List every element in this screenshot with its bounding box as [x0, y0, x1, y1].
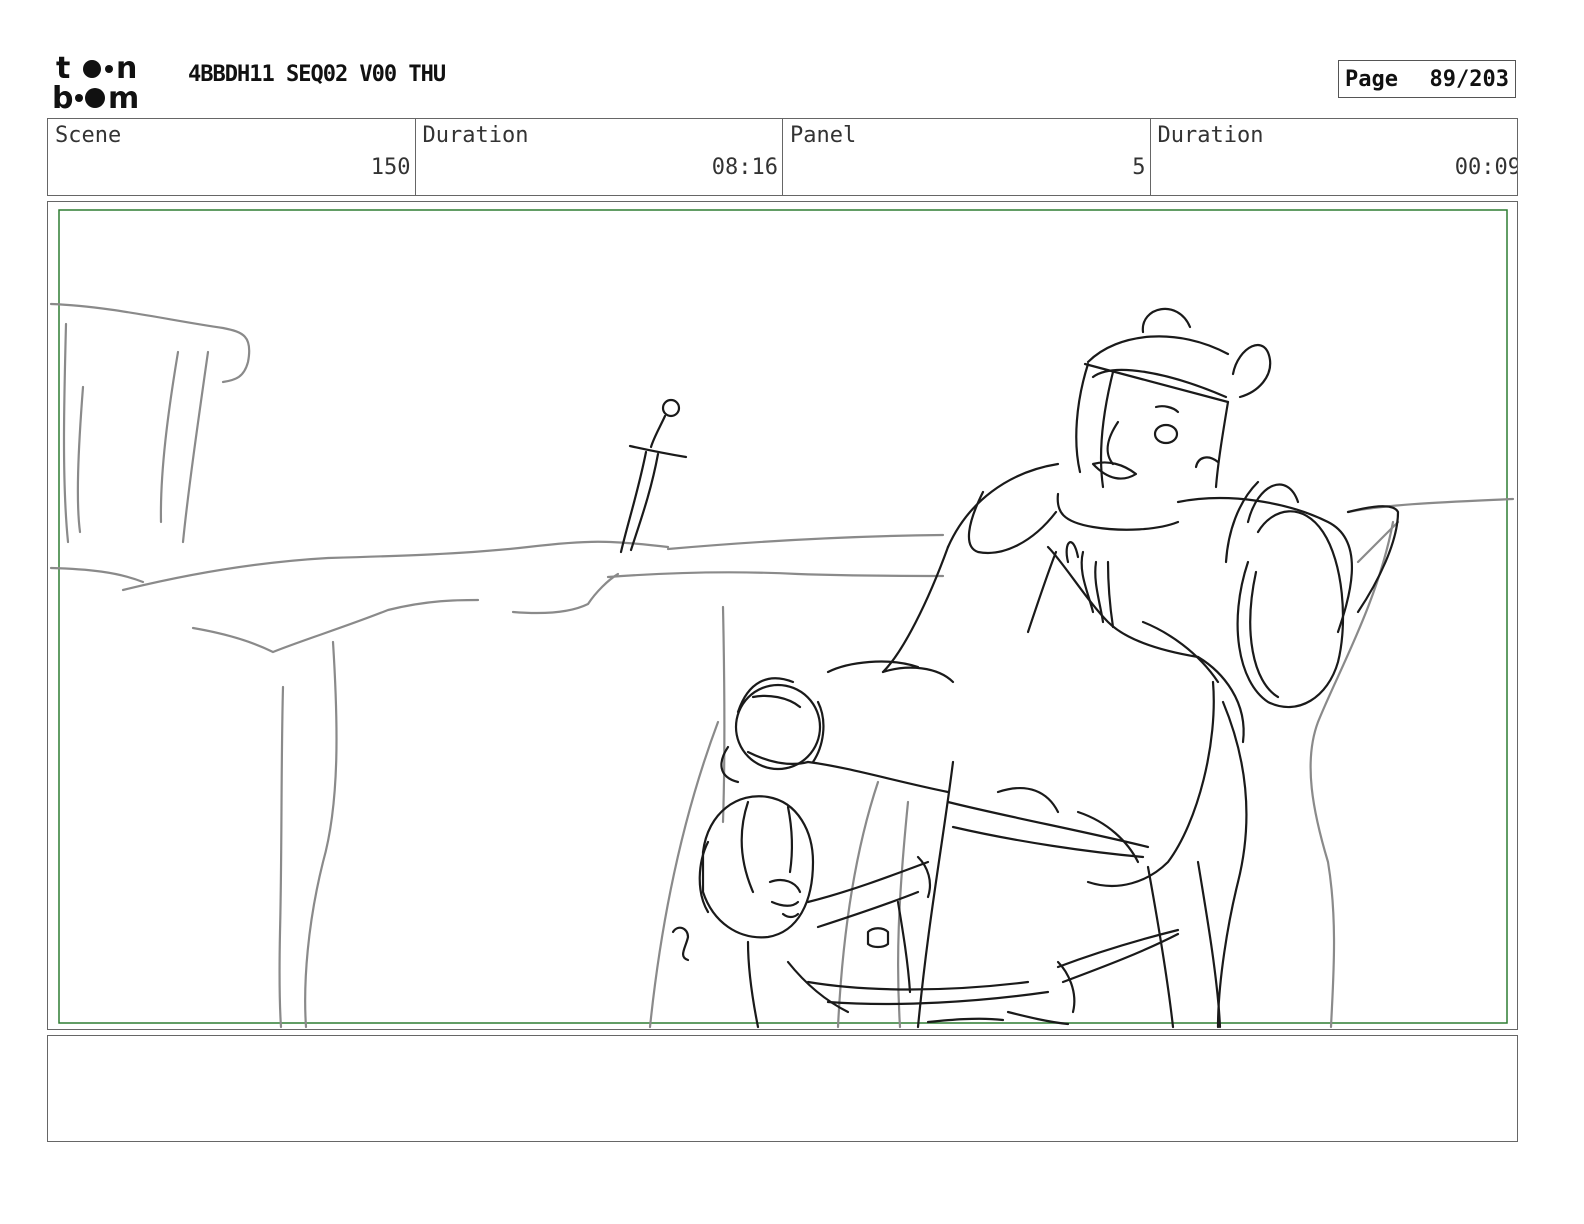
- toonboom-logo: t n b m: [52, 50, 164, 116]
- background-sketch: [49, 302, 1515, 1029]
- storyboard-sketch: [49, 209, 1515, 1029]
- panel-notes-area: [47, 1035, 1518, 1142]
- scene-value: 150: [370, 155, 411, 180]
- panel-label: Panel: [790, 123, 857, 148]
- storyboard-panel-frame: [47, 201, 1518, 1030]
- knight-character-sketch: [720, 307, 1400, 1029]
- svg-text:m: m: [108, 81, 139, 112]
- page-number: 89/203: [1429, 66, 1509, 92]
- scene-cell: Scene 150: [48, 119, 416, 195]
- panel-duration-label: Duration: [1157, 123, 1264, 148]
- panel-duration-cell: Duration 00:09: [1151, 119, 1518, 195]
- scene-duration-cell: Duration 08:16: [416, 119, 783, 195]
- scene-info-row: Scene 150 Duration 08:16 Panel 5 Duratio…: [47, 118, 1518, 196]
- scene-duration-label: Duration: [422, 123, 529, 148]
- scene-label: Scene: [55, 123, 122, 148]
- svg-text:b: b: [52, 81, 73, 112]
- panel-duration-value: 00:09: [1454, 155, 1517, 180]
- safe-area-frame: [58, 209, 1508, 1024]
- page-label: Page: [1345, 66, 1398, 92]
- scene-duration-value: 08:16: [711, 155, 778, 180]
- girl-character-sketch: [671, 795, 1180, 1029]
- panel-value: 5: [1132, 155, 1146, 180]
- panel-cell: Panel 5: [783, 119, 1151, 195]
- sword-sketch: [619, 398, 688, 554]
- document-title: 4BBDH11 SEQ02 V00 THU: [188, 62, 446, 87]
- page-indicator: Page 89/203: [1338, 60, 1516, 98]
